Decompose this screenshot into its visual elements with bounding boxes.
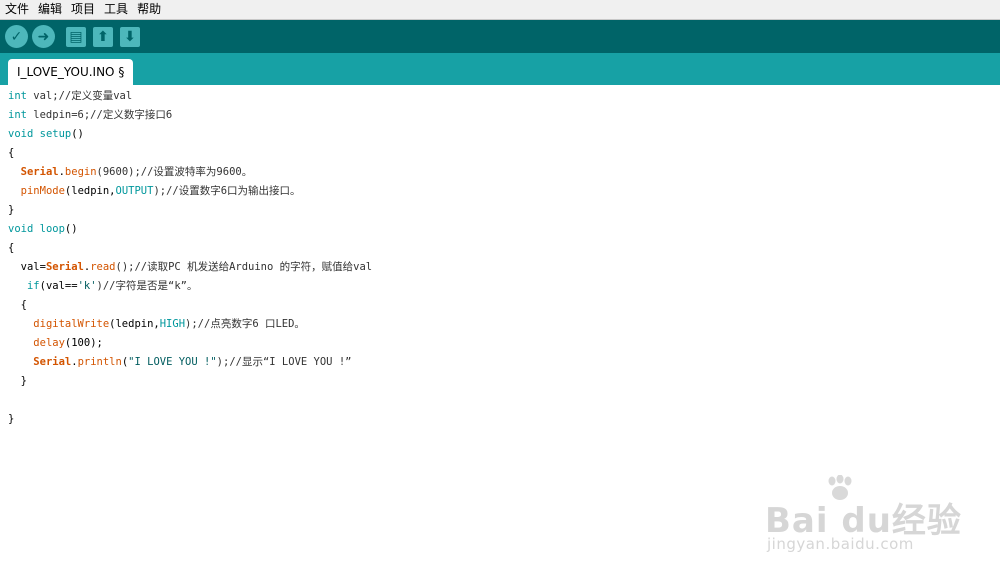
code-line: void setup() [8,125,84,144]
menu-item[interactable]: 项目 [66,0,99,19]
code-line: int val;//定义变量val [8,87,132,106]
tab-sketch[interactable]: I_LOVE_YOU.INO § [8,59,134,85]
watermark-url: jingyan.baidu.com [767,535,914,553]
code-token: );//点亮数字6 口LED。 [185,318,305,330]
menu-item[interactable]: 文件 [0,0,33,19]
arrow-up-icon: ⬆ [97,29,109,45]
code-token: int [8,90,27,102]
code-line: } [8,372,27,391]
code-token: "I LOVE YOU !" [128,356,217,368]
code-token: ledpin=6;//定义数字接口6 [26,109,173,121]
new-file-icon: ▤ [69,29,83,45]
code-token: read [90,261,116,273]
code-token: begin [64,166,97,178]
code-token: println [77,356,122,368]
code-token: () [64,223,78,235]
code-token: HIGH [159,318,186,330]
code-token: } [8,413,15,425]
code-token: if [26,280,40,292]
code-line: Serial.println("I LOVE YOU !");//显示“I LO… [8,353,351,372]
code-token: digitalWrite [33,318,110,330]
code-token: (val== [39,280,78,292]
code-line: if(val=='k')//字符是否是“k”。 [8,277,198,296]
code-token: Serial [20,166,59,178]
code-token: ();//读取PC 机发送给Arduino 的字符，赋值给val [115,261,373,273]
code-token: void [8,128,34,140]
code-token: { [8,242,15,254]
code-token: pinMode [20,185,65,197]
code-line: pinMode(ledpin,OUTPUT);//设置数字6口为输出接口。 [8,182,301,201]
code-line: void loop() [8,220,78,239]
upload-button[interactable]: ➜ [32,25,55,48]
code-token: setup [39,128,72,140]
code-token: int [8,109,27,121]
code-token: void [8,223,34,235]
new-button[interactable]: ▤ [66,27,86,47]
check-icon: ✓ [10,28,23,45]
code-line: val=Serial.read();//读取PC 机发送给Arduino 的字符… [8,258,372,277]
code-token: )//字符是否是“k”。 [96,280,198,292]
code-token: Serial [33,356,72,368]
code-token: (100); [64,337,103,349]
code-token: } [8,204,15,216]
code-token: { [8,299,27,311]
code-token: (ledpin, [64,185,116,197]
code-line: int ledpin=6;//定义数字接口6 [8,106,172,125]
code-line: { [8,144,14,163]
code-token: OUTPUT [115,185,154,197]
code-token: Serial [45,261,84,273]
code-line: Serial.begin(9600);//设置波特率为9600。 [8,163,253,182]
code-token: (ledpin, [109,318,160,330]
toolbar: ✓ ➜ ▤ ⬆ ⬇ [0,20,1000,53]
code-token: val;//定义变量val [26,90,133,102]
baidu-watermark: Bai du经验 jingyan.baidu.com [765,475,965,565]
code-token: val= [8,261,46,273]
open-button[interactable]: ⬆ [93,27,113,47]
code-token: 'k' [77,280,97,292]
code-token: { [8,147,15,159]
code-line: { [8,239,14,258]
code-token: );//设置数字6口为输出接口。 [153,185,301,197]
arrow-right-icon: ➜ [37,28,50,45]
code-line: } [8,201,14,220]
code-token: } [8,375,27,387]
menu-bar: 文件 编辑 项目 工具 帮助 [0,0,1000,20]
verify-button[interactable]: ✓ [5,25,28,48]
code-token: loop [39,223,65,235]
code-line: delay(100); [8,334,103,353]
code-line: } [8,410,14,429]
save-button[interactable]: ⬇ [120,27,140,47]
code-token: );//显示“I LOVE YOU !” [216,356,352,368]
code-token: delay [33,337,65,349]
tab-bar: I_LOVE_YOU.INO § [0,53,1000,85]
arrow-down-icon: ⬇ [124,29,136,45]
code-token: (9600);//设置波特率为9600。 [96,166,253,178]
code-line: digitalWrite(ledpin,HIGH);//点亮数字6 口LED。 [8,315,305,334]
menu-item[interactable]: 编辑 [33,0,66,19]
menu-item[interactable]: 帮助 [132,0,165,19]
code-token: () [71,128,84,140]
code-line: { [8,296,27,315]
menu-item[interactable]: 工具 [99,0,132,19]
